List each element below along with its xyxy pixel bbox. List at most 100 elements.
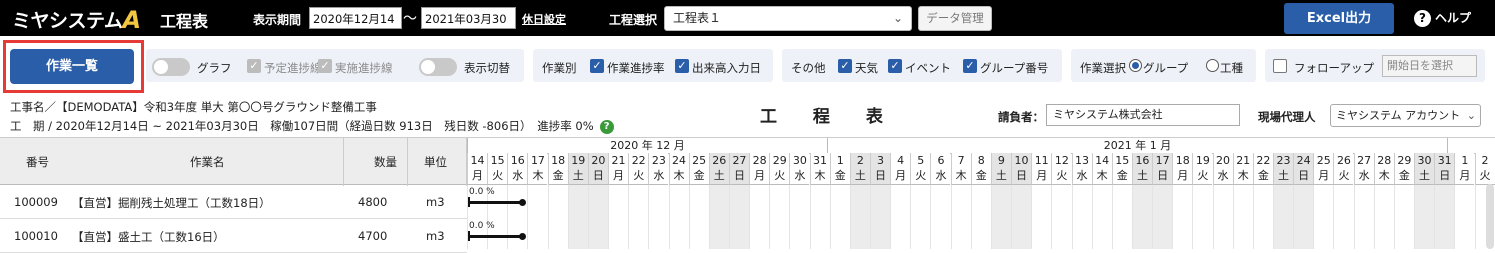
day-header-cell: 17 木 xyxy=(527,153,548,185)
day-header-cell: 23 水 xyxy=(648,153,669,185)
display-toggle[interactable] xyxy=(419,58,457,76)
actual-progress-checkbox[interactable]: ✓ xyxy=(318,59,332,73)
page-title: 工 程 表 xyxy=(760,107,898,127)
day-header-cell: 16 水 xyxy=(507,153,528,185)
day-header-cell: 23 土 xyxy=(1273,153,1293,185)
day-number: 25 xyxy=(692,154,707,167)
agent-select[interactable]: ミヤシステム アカウント ⌄ xyxy=(1330,104,1481,127)
output-date-label: 出来高入力日 xyxy=(692,61,761,75)
weather-checkbox[interactable]: ✓ xyxy=(838,59,852,73)
work-progress-checkbox[interactable]: ✓ xyxy=(590,59,604,73)
vertical-scrollbar[interactable] xyxy=(1486,184,1494,249)
day-header-cell: 31 日 xyxy=(1434,153,1455,185)
gantt-day-column xyxy=(890,185,910,249)
excel-export-button[interactable]: Excel出力 xyxy=(1284,3,1394,34)
contractor-field[interactable]: ミヤシステム株式会社 xyxy=(1046,104,1240,126)
table-row[interactable]: 100010 【直営】盛土工（工数16日） 4700 m3 xyxy=(0,219,467,253)
output-date-checkbox[interactable]: ✓ xyxy=(675,59,689,73)
day-header-cell: 20 日 xyxy=(587,153,608,185)
day-number: 10 xyxy=(1014,154,1029,167)
gantt-day-column xyxy=(567,185,588,249)
app-title: 工程表 xyxy=(160,12,209,31)
gantt-day-column xyxy=(970,185,991,249)
weekday-label: 木 xyxy=(673,169,685,182)
top-bar: ミヤシステムA 工程表 表示期間 2020年12月14日 〜 2021年03月3… xyxy=(0,0,1495,48)
chevron-down-icon: ⌄ xyxy=(1464,105,1476,126)
day-header-cell: 27 日 xyxy=(728,153,749,185)
logo-text: ミヤシステム xyxy=(12,10,123,32)
weekday-label: 月 xyxy=(895,169,907,182)
event-checkbox[interactable]: ✓ xyxy=(888,59,902,73)
day-number: 9 xyxy=(997,154,1005,167)
day-header-cell: 26 土 xyxy=(708,153,729,185)
help-button[interactable]: ? ヘルプ xyxy=(1414,9,1471,27)
work-list-button[interactable]: 作業一覧 xyxy=(10,49,134,84)
day-header-cell: 29 火 xyxy=(769,153,790,185)
schedule-select-label: 工程選択 xyxy=(609,13,658,27)
group-number-checkbox[interactable]: ✓ xyxy=(963,59,977,73)
day-number: 30 xyxy=(792,154,807,167)
gantt-day-column xyxy=(1232,185,1253,249)
weekday-label: 金 xyxy=(834,169,846,182)
day-number: 21 xyxy=(611,154,626,167)
start-date-input[interactable]: 開始日を選択 xyxy=(1382,55,1477,77)
weekday-label: 水 xyxy=(512,169,524,182)
weekday-label: 土 xyxy=(995,169,1007,182)
gantt-end-dot[interactable] xyxy=(519,199,526,206)
day-header-cell: 24 日 xyxy=(1293,153,1314,185)
weekday-label: 火 xyxy=(492,169,504,182)
holiday-settings-link[interactable]: 休日設定 xyxy=(522,11,566,27)
weekday-label: 木 xyxy=(1378,169,1390,182)
weekday-label: 火 xyxy=(633,169,645,182)
day-header-cell: 10 日 xyxy=(1011,153,1032,185)
day-number: 28 xyxy=(1377,154,1392,167)
date-to-input[interactable]: 2021年03月30日 xyxy=(421,7,516,48)
day-header-cell: 20 水 xyxy=(1212,153,1233,185)
gantt-day-column xyxy=(1152,185,1173,249)
table-row[interactable]: 100009 【直営】掘削残土処理工（工数18日） 4800 m3 xyxy=(0,185,467,219)
weekday-label: 土 xyxy=(572,169,584,182)
weekday-label: 月 xyxy=(754,169,766,182)
day-header-cell: 14 木 xyxy=(1091,153,1112,185)
graph-toggle[interactable] xyxy=(152,58,190,76)
day-number: 16 xyxy=(1135,154,1150,167)
day-header-cell: 29 金 xyxy=(1393,153,1414,185)
day-number: 23 xyxy=(651,154,666,167)
schedule-select[interactable]: 工程表１ ⌄ xyxy=(664,6,912,31)
gantt-day-column xyxy=(809,185,830,249)
help-label: ヘルプ xyxy=(1435,11,1472,25)
month-cell-jan: 2021 年 1 月 xyxy=(827,138,1447,154)
work-select-label: 作業選択 xyxy=(1080,61,1126,75)
help-icon[interactable]: ? xyxy=(599,119,614,134)
group-radio[interactable] xyxy=(1129,59,1142,72)
weekday-label: 日 xyxy=(592,169,604,182)
process-radio[interactable] xyxy=(1206,59,1219,72)
planned-progress-checkbox[interactable]: ✓ xyxy=(247,59,261,73)
day-header-cell: 28 木 xyxy=(1373,153,1394,185)
gantt-end-dot[interactable] xyxy=(519,233,526,240)
planned-progress-label: 予定進捗線 xyxy=(264,61,322,75)
day-header-cell: 3日 xyxy=(870,153,890,185)
day-header-cell: 26 火 xyxy=(1333,153,1354,185)
day-header-cell: 14 月 xyxy=(467,153,487,185)
weekday-label: 土 xyxy=(1419,169,1431,182)
gantt-day-column xyxy=(1111,185,1132,249)
gantt-bar[interactable] xyxy=(469,235,523,238)
group-number-label: グループ番号 xyxy=(980,61,1049,75)
followup-checkbox[interactable] xyxy=(1273,59,1287,73)
weekday-label: 火 xyxy=(1338,169,1350,182)
weekday-label: 土 xyxy=(1136,169,1148,182)
app-logo: ミヤシステムA xyxy=(12,5,141,34)
weekday-label: 木 xyxy=(1237,169,1249,182)
weekday-label: 水 xyxy=(1217,169,1229,182)
gantt-day-column xyxy=(870,185,890,249)
day-header-cell: 21 月 xyxy=(608,153,629,185)
data-manage-button[interactable]: データ管理 xyxy=(918,6,992,31)
gantt-bar[interactable] xyxy=(469,201,523,204)
day-number: 14 xyxy=(470,154,485,167)
gantt-day-column xyxy=(527,185,547,249)
date-from-input[interactable]: 2020年12月14日 xyxy=(309,7,402,48)
row-qty: 4700 xyxy=(358,229,388,243)
row-work-name: 【直営】掘削残土処理工（工数18日） xyxy=(72,196,271,210)
day-number: 31 xyxy=(1437,154,1452,167)
